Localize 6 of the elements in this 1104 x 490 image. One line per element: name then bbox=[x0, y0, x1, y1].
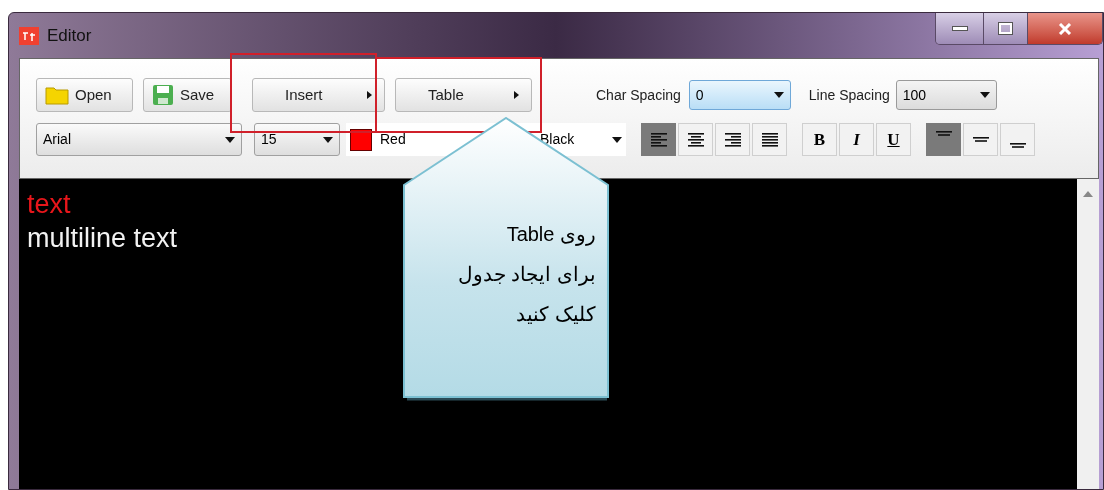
editor-text-line: text bbox=[27, 188, 71, 221]
line-spacing-label: Line Spacing bbox=[808, 85, 890, 105]
editor-text-line: multiline text bbox=[27, 222, 178, 255]
char-spacing-label: Char Spacing bbox=[596, 85, 681, 105]
window-title: Editor bbox=[47, 24, 92, 47]
callout-text: روی Table برای ایجاد جدول کلیک کنید bbox=[456, 222, 596, 327]
